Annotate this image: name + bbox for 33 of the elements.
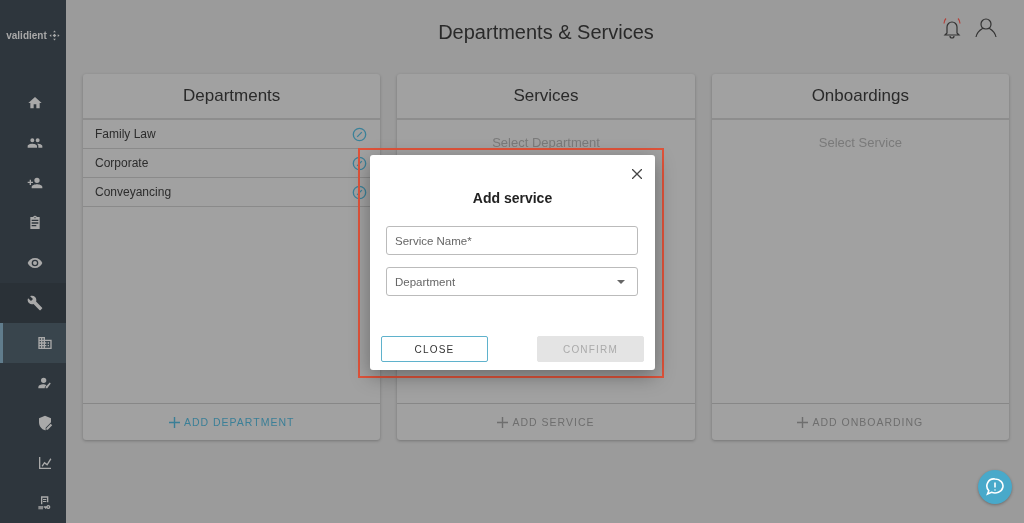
user-icon[interactable] (975, 16, 997, 40)
close-button[interactable]: CLOSE (381, 336, 488, 362)
panel-title: Onboardings (711, 74, 1009, 120)
page-title: Departments & Services (438, 21, 654, 44)
shield-edit-icon (36, 415, 53, 431)
plus-icon (168, 416, 180, 428)
logo-text: validient (6, 29, 47, 41)
dialog-title: Add service (471, 190, 554, 206)
speech-bubble-icon (985, 477, 1005, 497)
plus-icon (797, 416, 809, 428)
sidebar-item[interactable] (0, 283, 66, 323)
dropdown-arrow-icon (617, 280, 625, 284)
document-key-icon (36, 495, 53, 511)
department-row[interactable]: Family Law (83, 120, 381, 149)
bell-icon[interactable] (941, 16, 963, 40)
building-icon (36, 335, 53, 351)
eye-icon (26, 255, 43, 271)
sidebar-item[interactable] (0, 323, 66, 363)
wrench-icon (26, 295, 43, 311)
department-select[interactable]: Department (386, 267, 638, 296)
person-edit-icon (36, 375, 53, 391)
close-icon (632, 169, 642, 179)
plus-icon (497, 416, 509, 428)
panel-title: Departments (83, 74, 381, 120)
chart-icon (36, 455, 53, 471)
service-name-field[interactable]: Service Name* (386, 226, 638, 255)
chat-button[interactable] (978, 470, 1012, 504)
close-button[interactable] (630, 167, 644, 181)
cross-arrows-icon (48, 29, 60, 41)
add-person-icon (26, 175, 43, 191)
home-icon (26, 95, 43, 111)
people-icon (26, 135, 43, 151)
panel-title: Services (397, 74, 695, 120)
